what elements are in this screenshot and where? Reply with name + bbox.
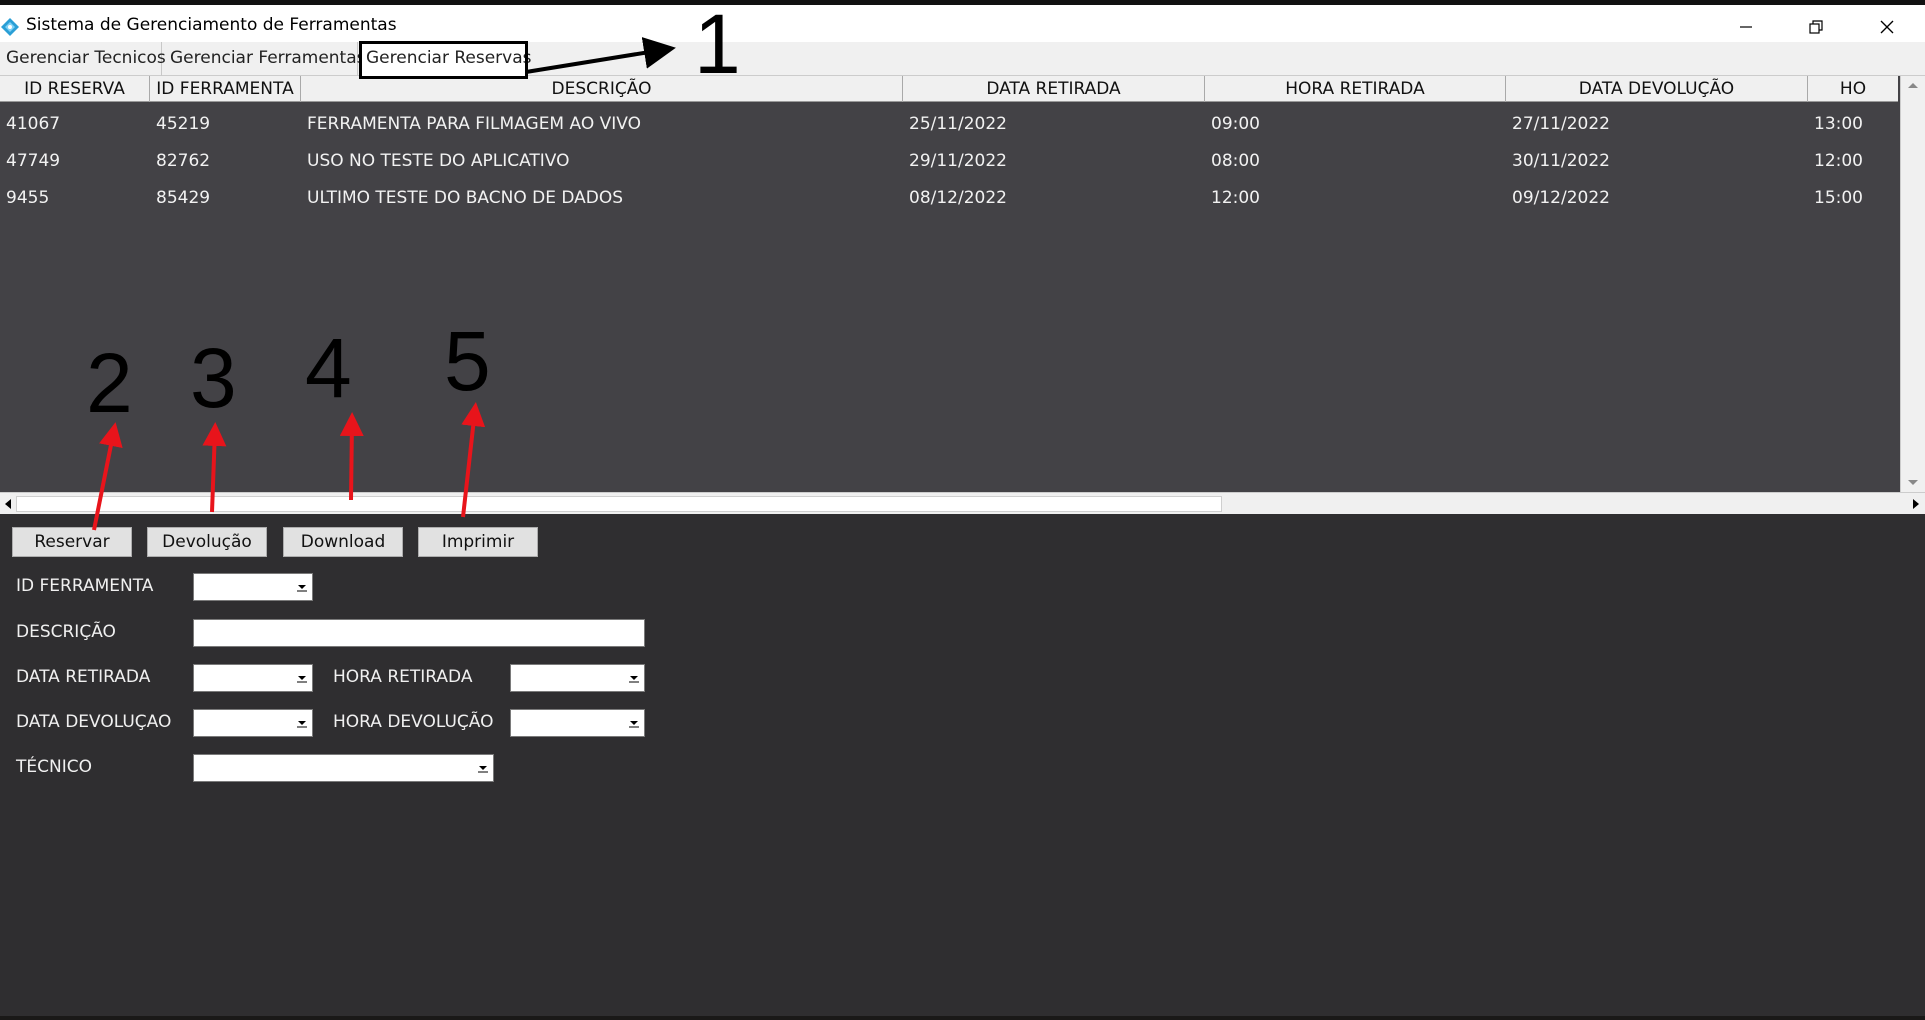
- annotation-number-5: 5: [444, 314, 491, 408]
- download-button[interactable]: Download: [283, 527, 403, 557]
- cell-id-reserva: 47749: [6, 151, 61, 171]
- close-icon: [1880, 20, 1894, 34]
- tab-highlight-box: [359, 41, 528, 79]
- tab-gerenciar-tecnicos[interactable]: Gerenciar Tecnicos: [0, 42, 166, 76]
- scroll-up-icon[interactable]: [1901, 78, 1925, 92]
- tecnico-select[interactable]: [193, 754, 494, 782]
- chevron-down-icon[interactable]: [293, 575, 311, 599]
- tab-gerenciar-ferramentas[interactable]: Gerenciar Ferramentas: [164, 42, 366, 76]
- descricao-label: DESCRIÇÃO: [16, 622, 116, 642]
- cell-hora-retirada: 08:00: [1211, 151, 1260, 171]
- id-ferramenta-select[interactable]: [193, 573, 313, 601]
- cell-data-devolucao: 30/11/2022: [1512, 151, 1610, 171]
- scroll-down-icon[interactable]: [1901, 476, 1925, 490]
- annotation-number-2: 2: [86, 336, 133, 430]
- hora-retirada-picker[interactable]: [510, 664, 645, 692]
- cell-descricao: FERRAMENTA PARA FILMAGEM AO VIVO: [307, 114, 641, 134]
- cell-data-devolucao: 27/11/2022: [1512, 114, 1610, 134]
- data-retirada-label: DATA RETIRADA: [16, 667, 151, 687]
- tab-strip: Gerenciar Tecnicos Gerenciar Ferramentas…: [0, 42, 1925, 76]
- column-header-id-ferramenta[interactable]: ID FERRAMENTA: [150, 76, 301, 102]
- cell-data-devolucao: 09/12/2022: [1512, 188, 1610, 208]
- minimize-icon: [1740, 26, 1752, 28]
- horizontal-scroll-thumb[interactable]: [16, 496, 1222, 512]
- close-button[interactable]: [1857, 10, 1917, 44]
- tecnico-label: TÉCNICO: [16, 757, 92, 777]
- data-retirada-picker[interactable]: [193, 664, 313, 692]
- restore-button[interactable]: [1786, 10, 1846, 44]
- column-header-data-retirada[interactable]: DATA RETIRADA: [903, 76, 1205, 102]
- imprimir-button[interactable]: Imprimir: [418, 527, 538, 557]
- cell-hora-retirada: 12:00: [1211, 188, 1260, 208]
- data-devolucao-label: DATA DEVOLUÇAO: [16, 712, 172, 732]
- hora-devolucao-picker[interactable]: [510, 709, 645, 737]
- data-devolucao-picker[interactable]: [193, 709, 313, 737]
- annotation-number-4: 4: [305, 321, 352, 415]
- column-header-descricao[interactable]: DESCRIÇÃO: [301, 76, 903, 102]
- cell-hora-devolucao: 15:00: [1814, 188, 1863, 208]
- cell-data-retirada: 29/11/2022: [909, 151, 1007, 171]
- cell-id-reserva: 9455: [6, 188, 50, 208]
- vertical-scrollbar[interactable]: [1900, 76, 1925, 492]
- window-title: Sistema de Gerenciamento de Ferramentas: [26, 15, 397, 35]
- reservations-grid[interactable]: ID RESERVA ID FERRAMENTA DESCRIÇÃO DATA …: [0, 76, 1925, 514]
- scroll-right-icon[interactable]: [1909, 494, 1923, 514]
- cell-data-retirada: 25/11/2022: [909, 114, 1007, 134]
- title-bar: Sistema de Gerenciamento de Ferramentas: [0, 5, 1925, 42]
- reservar-button[interactable]: Reservar: [12, 527, 132, 557]
- grid-header: ID RESERVA ID FERRAMENTA DESCRIÇÃO DATA …: [0, 76, 1898, 102]
- devolucao-button[interactable]: Devolução: [147, 527, 267, 557]
- cell-data-retirada: 08/12/2022: [909, 188, 1007, 208]
- hora-devolucao-label: HORA DEVOLUÇÃO: [333, 712, 494, 732]
- table-row[interactable]: 47749 82762 USO NO TESTE DO APLICATIVO 2…: [0, 143, 1898, 180]
- horizontal-scrollbar[interactable]: [0, 492, 1925, 514]
- column-header-hora-devolucao[interactable]: HO: [1808, 76, 1898, 102]
- cell-id-ferramenta: 85429: [156, 188, 211, 208]
- annotation-number-1: 1: [694, 0, 741, 91]
- cell-id-ferramenta: 82762: [156, 151, 211, 171]
- chevron-down-icon[interactable]: [293, 711, 311, 735]
- hora-retirada-label: HORA RETIRADA: [333, 667, 473, 687]
- table-row[interactable]: 41067 45219 FERRAMENTA PARA FILMAGEM AO …: [0, 106, 1898, 143]
- chevron-down-icon[interactable]: [625, 711, 643, 735]
- cell-descricao: ULTIMO TESTE DO BACNO DE DADOS: [307, 188, 624, 208]
- window-bottom-edge: [0, 1016, 1925, 1020]
- app-icon: [1, 18, 19, 36]
- minimize-button[interactable]: [1716, 10, 1776, 44]
- cell-hora-devolucao: 12:00: [1814, 151, 1863, 171]
- chevron-down-icon[interactable]: [625, 666, 643, 690]
- scroll-left-icon[interactable]: [1, 494, 15, 514]
- id-ferramenta-label: ID FERRAMENTA: [16, 576, 154, 596]
- restore-icon: [1809, 20, 1823, 34]
- column-header-id-reserva[interactable]: ID RESERVA: [0, 76, 150, 102]
- reservation-form-panel: Reservar Devolução Download Imprimir ID …: [0, 514, 1925, 1020]
- column-header-hora-retirada[interactable]: HORA RETIRADA: [1205, 76, 1506, 102]
- annotation-number-3: 3: [190, 331, 237, 425]
- chevron-down-icon[interactable]: [474, 756, 492, 780]
- cell-hora-devolucao: 13:00: [1814, 114, 1863, 134]
- descricao-input[interactable]: [193, 619, 645, 647]
- cell-descricao: USO NO TESTE DO APLICATIVO: [307, 151, 570, 171]
- column-header-data-devolucao[interactable]: DATA DEVOLUÇÃO: [1506, 76, 1808, 102]
- cell-id-ferramenta: 45219: [156, 114, 211, 134]
- cell-id-reserva: 41067: [6, 114, 61, 134]
- cell-hora-retirada: 09:00: [1211, 114, 1260, 134]
- table-row[interactable]: 9455 85429 ULTIMO TESTE DO BACNO DE DADO…: [0, 180, 1898, 217]
- chevron-down-icon[interactable]: [293, 666, 311, 690]
